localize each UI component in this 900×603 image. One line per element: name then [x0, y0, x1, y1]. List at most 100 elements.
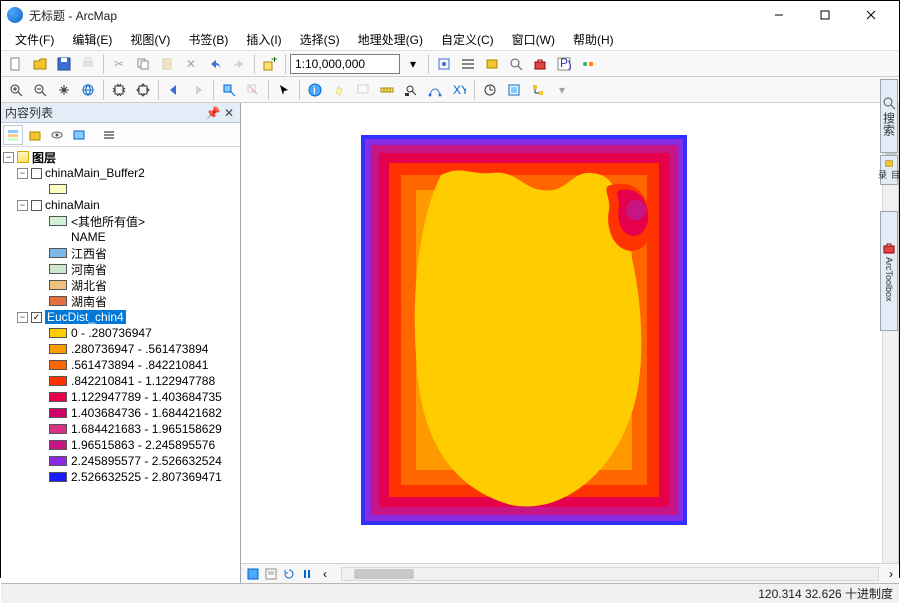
- menu-customize[interactable]: 自定义(C): [433, 29, 502, 50]
- select-features-icon[interactable]: [218, 79, 240, 101]
- pan-icon[interactable]: [53, 79, 75, 101]
- raster-class[interactable]: 1.403684736 - 1.684421682: [3, 405, 238, 421]
- scroll-right-icon[interactable]: ›: [883, 563, 899, 585]
- close-toc-icon[interactable]: ✕: [222, 106, 236, 120]
- pin-icon[interactable]: 📌: [206, 106, 220, 120]
- pause-drawing-icon[interactable]: [299, 566, 315, 582]
- raster-class[interactable]: 1.684421683 - 1.965158629: [3, 421, 238, 437]
- catalog-icon[interactable]: [481, 53, 503, 75]
- checkbox[interactable]: [31, 168, 42, 179]
- raster-class[interactable]: 1.96515863 - 2.245895576: [3, 437, 238, 453]
- checkbox-checked[interactable]: ✓: [31, 312, 42, 323]
- zoom-out-icon[interactable]: [29, 79, 51, 101]
- search-window-icon[interactable]: [505, 53, 527, 75]
- html-popup-icon[interactable]: [352, 79, 374, 101]
- raster-class[interactable]: 2.245895577 - 2.526632524: [3, 453, 238, 469]
- dock-tab-search[interactable]: 搜索: [880, 79, 898, 153]
- list-by-drawing-order-icon[interactable]: [3, 125, 23, 145]
- python-window-icon[interactable]: Py: [553, 53, 575, 75]
- identify-icon[interactable]: i: [304, 79, 326, 101]
- clear-selection-icon[interactable]: [242, 79, 264, 101]
- copy-icon[interactable]: [132, 53, 154, 75]
- menu-insert[interactable]: 插入(I): [238, 29, 289, 50]
- data-frame[interactable]: − 图层: [3, 149, 238, 165]
- dock-tab-catalog[interactable]: 目录: [880, 155, 898, 185]
- symbol-buffer2[interactable]: [3, 181, 238, 197]
- new-icon[interactable]: [5, 53, 27, 75]
- scale-input[interactable]: [290, 54, 400, 74]
- raster-class[interactable]: .280736947 - .561473894: [3, 341, 238, 357]
- province-1[interactable]: 江西省: [3, 245, 238, 261]
- back-icon[interactable]: [163, 79, 185, 101]
- more-tools-icon[interactable]: ▾: [551, 79, 573, 101]
- find-route-icon[interactable]: [424, 79, 446, 101]
- raster-class[interactable]: 0 - .280736947: [3, 325, 238, 341]
- list-by-selection-icon[interactable]: [69, 125, 89, 145]
- collapse-icon[interactable]: −: [3, 152, 14, 163]
- horizontal-scrollbar[interactable]: [341, 567, 879, 581]
- refresh-icon[interactable]: [281, 566, 297, 582]
- minimize-button[interactable]: [757, 5, 801, 25]
- hyperlink-icon[interactable]: [328, 79, 350, 101]
- list-by-visibility-icon[interactable]: [47, 125, 67, 145]
- catalog-tree-icon[interactable]: [527, 79, 549, 101]
- menu-file[interactable]: 文件(F): [7, 29, 62, 50]
- raster-class[interactable]: 1.122947789 - 1.403684735: [3, 389, 238, 405]
- raster-class[interactable]: .842210841 - 1.122947788: [3, 373, 238, 389]
- toc-tree[interactable]: − 图层 − chinaMain_Buffer2 − chinaMain: [1, 147, 240, 583]
- menu-help[interactable]: 帮助(H): [565, 29, 622, 50]
- go-to-xy-icon[interactable]: XY: [448, 79, 470, 101]
- map-canvas[interactable]: [241, 103, 899, 563]
- menu-bookmark[interactable]: 书签(B): [180, 29, 236, 50]
- checkbox[interactable]: [31, 200, 42, 211]
- layer-buffer2[interactable]: − chinaMain_Buffer2: [3, 165, 238, 181]
- arc-toolbox-icon[interactable]: [529, 53, 551, 75]
- close-button[interactable]: [849, 5, 893, 25]
- menu-geoprocessing[interactable]: 地理处理(G): [350, 29, 431, 50]
- delete-icon[interactable]: ✕: [180, 53, 202, 75]
- zoom-in-icon[interactable]: [5, 79, 27, 101]
- province-2[interactable]: 河南省: [3, 261, 238, 277]
- redo-icon[interactable]: [228, 53, 250, 75]
- measure-icon[interactable]: [376, 79, 398, 101]
- create-viewer-icon[interactable]: [503, 79, 525, 101]
- dock-tab-toolbox[interactable]: ArcToolbox: [880, 211, 898, 331]
- collapse-icon[interactable]: −: [17, 312, 28, 323]
- time-slider-icon[interactable]: [479, 79, 501, 101]
- toc-icon[interactable]: [457, 53, 479, 75]
- full-extent-icon[interactable]: [77, 79, 99, 101]
- maximize-button[interactable]: [803, 5, 847, 25]
- add-data-icon[interactable]: +: [259, 53, 281, 75]
- menu-select[interactable]: 选择(S): [292, 29, 348, 50]
- open-icon[interactable]: [29, 53, 51, 75]
- list-by-source-icon[interactable]: [25, 125, 45, 145]
- paste-icon[interactable]: [156, 53, 178, 75]
- scroll-left-icon[interactable]: ‹: [317, 566, 333, 582]
- fixed-zoom-in-icon[interactable]: [108, 79, 130, 101]
- save-icon[interactable]: [53, 53, 75, 75]
- toc-options-icon[interactable]: [99, 125, 119, 145]
- menu-view[interactable]: 视图(V): [122, 29, 178, 50]
- undo-icon[interactable]: [204, 53, 226, 75]
- layer-eucdist[interactable]: − ✓ EucDist_chin4: [3, 309, 238, 325]
- menu-window[interactable]: 窗口(W): [504, 29, 563, 50]
- data-view-icon[interactable]: [245, 566, 261, 582]
- scroll-thumb[interactable]: [354, 569, 414, 579]
- fixed-zoom-out-icon[interactable]: [132, 79, 154, 101]
- collapse-icon[interactable]: −: [17, 168, 28, 179]
- layout-view-icon[interactable]: [263, 566, 279, 582]
- find-icon[interactable]: [400, 79, 422, 101]
- editor-toolbar-icon[interactable]: [433, 53, 455, 75]
- menu-edit[interactable]: 编辑(E): [64, 29, 120, 50]
- scale-dropdown-icon[interactable]: ▾: [402, 53, 424, 75]
- print-icon[interactable]: [77, 53, 99, 75]
- raster-class[interactable]: .561473894 - .842210841: [3, 357, 238, 373]
- cut-icon[interactable]: ✂: [108, 53, 130, 75]
- forward-icon[interactable]: [187, 79, 209, 101]
- layer-chinamain[interactable]: − chinaMain: [3, 197, 238, 213]
- select-elements-icon[interactable]: [273, 79, 295, 101]
- other-values[interactable]: <其他所有值>: [3, 213, 238, 229]
- model-builder-icon[interactable]: [577, 53, 599, 75]
- province-4[interactable]: 湖南省: [3, 293, 238, 309]
- raster-class[interactable]: 2.526632525 - 2.807369471: [3, 469, 238, 485]
